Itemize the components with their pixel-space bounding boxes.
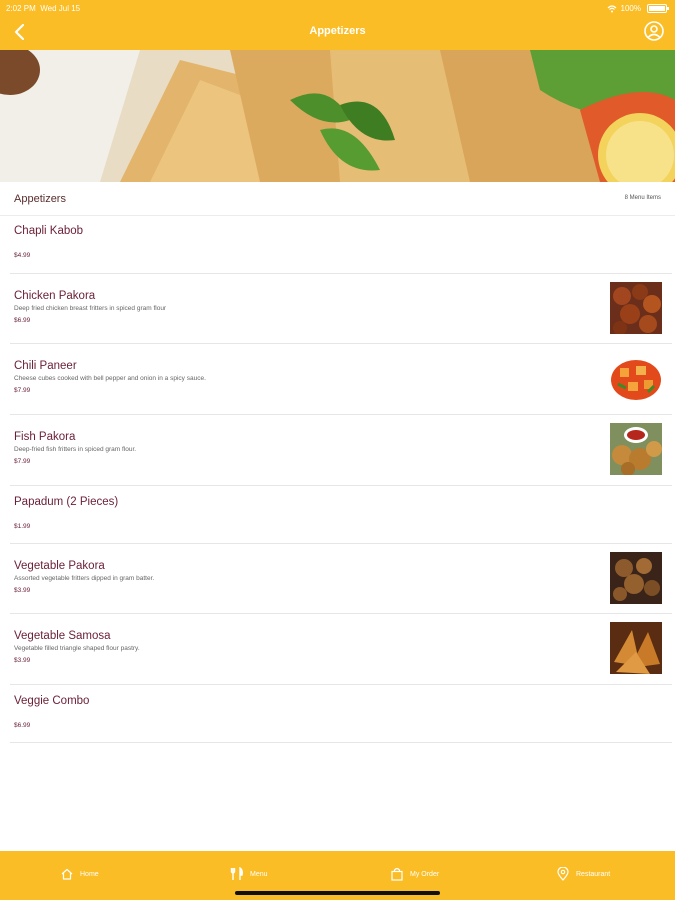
menu-item-name: Vegetable Pakora — [14, 560, 105, 572]
menu-item[interactable]: Fish Pakora Deep-fried fish fritters in … — [10, 415, 672, 486]
chicken-pakora-image — [610, 282, 662, 334]
menu-item[interactable]: Veggie Combo $6.99 — [10, 685, 672, 743]
menu-item-price: $3.99 — [14, 587, 31, 594]
tab-menu-label: Menu — [250, 870, 268, 878]
menu-item[interactable]: Chili Paneer Cheese cubes cooked with be… — [10, 344, 672, 415]
profile-icon[interactable] — [643, 20, 665, 42]
menu-item-name: Veggie Combo — [14, 695, 90, 707]
battery-percent: 100% — [620, 4, 641, 13]
tab-home-label: Home — [80, 870, 99, 878]
menu-item-count: 8 Menu Items — [624, 195, 661, 201]
menu-item-name: Chili Paneer — [14, 360, 77, 372]
menu-item-description: Deep fried chicken breast fritters in sp… — [14, 305, 167, 312]
menu-item-price: $1.99 — [14, 523, 31, 530]
chili-paneer-image — [610, 352, 662, 404]
samosa-photo — [0, 50, 675, 182]
fish-pakora-image — [610, 423, 662, 475]
tab-my-order-label: My Order — [410, 870, 440, 878]
battery-icon — [647, 4, 669, 13]
menu-item-description: Cheese cubes cooked with bell pepper and… — [14, 375, 206, 382]
menu-item-description: Assorted vegetable fritters dipped in gr… — [14, 575, 155, 582]
menu-item-price: $6.99 — [14, 722, 31, 729]
menu-item-price: $7.99 — [14, 458, 31, 465]
menu-item[interactable]: Vegetable Pakora Assorted vegetable frit… — [10, 544, 672, 614]
utensils-icon — [230, 867, 243, 880]
vegetable-samosa-image — [610, 622, 662, 674]
menu-item-name: Chapli Kabob — [14, 225, 84, 237]
menu-item-name: Chicken Pakora — [14, 290, 96, 302]
page-title: Appetizers — [309, 25, 366, 37]
menu-item-description: Vegetable filled triangle shaped flour p… — [14, 645, 140, 652]
vegetable-pakora-image — [610, 552, 662, 604]
shopping-bag-icon — [391, 867, 403, 881]
menu-item[interactable]: Papadum (2 Pieces) $1.99 — [10, 486, 672, 544]
location-pin-icon — [557, 867, 569, 881]
menu-item[interactable]: Chapli Kabob $4.99 — [10, 216, 672, 274]
wifi-icon — [607, 4, 616, 12]
hero-banner-image — [0, 50, 675, 182]
tab-restaurant[interactable]: Restaurant — [556, 865, 610, 883]
menu-list: Chapli Kabob $4.99 Chicken Pakora Deep f… — [0, 216, 675, 743]
menu-item-name: Papadum (2 Pieces) — [14, 496, 119, 508]
tab-home[interactable]: Home — [60, 865, 99, 883]
menu-item[interactable]: Chicken Pakora Deep fried chicken breast… — [10, 274, 672, 344]
home-icon — [61, 868, 73, 880]
menu-item-name: Vegetable Samosa — [14, 630, 111, 642]
home-indicator — [235, 891, 440, 895]
menu-item-description: Deep-fried fish fritters in spiced gram … — [14, 446, 137, 453]
tab-restaurant-label: Restaurant — [576, 870, 611, 878]
status-bar: 2:02 PM Wed Jul 15 100% — [0, 0, 675, 16]
section-header: Appetizers 8 Menu Items — [0, 182, 675, 216]
section-title: Appetizers — [14, 193, 66, 205]
menu-item[interactable]: Vegetable Samosa Vegetable filled triang… — [10, 614, 672, 685]
navigation-bar: Appetizers — [0, 16, 675, 50]
menu-item-price: $4.99 — [14, 252, 31, 259]
status-right: 100% — [607, 4, 641, 13]
menu-item-price: $3.99 — [14, 657, 31, 664]
menu-item-name: Fish Pakora — [14, 431, 76, 443]
menu-item-price: $6.99 — [14, 317, 31, 324]
tab-menu[interactable]: Menu — [230, 865, 268, 883]
status-time: 2:02 PM Wed Jul 15 — [6, 4, 81, 13]
menu-item-price: $7.99 — [14, 387, 31, 394]
tab-my-order[interactable]: My Order — [390, 865, 439, 883]
